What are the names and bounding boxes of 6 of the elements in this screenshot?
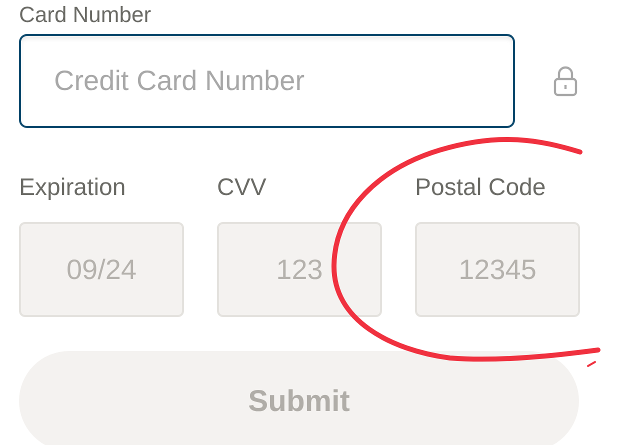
card-number-field[interactable]: Credit Card Number xyxy=(19,34,515,128)
field-label: Card Number xyxy=(19,2,152,28)
lock-icon xyxy=(553,66,578,96)
field-label: CVV xyxy=(217,173,268,203)
field-label: Postal Code xyxy=(415,173,547,203)
field-label: Expiration xyxy=(19,173,127,203)
